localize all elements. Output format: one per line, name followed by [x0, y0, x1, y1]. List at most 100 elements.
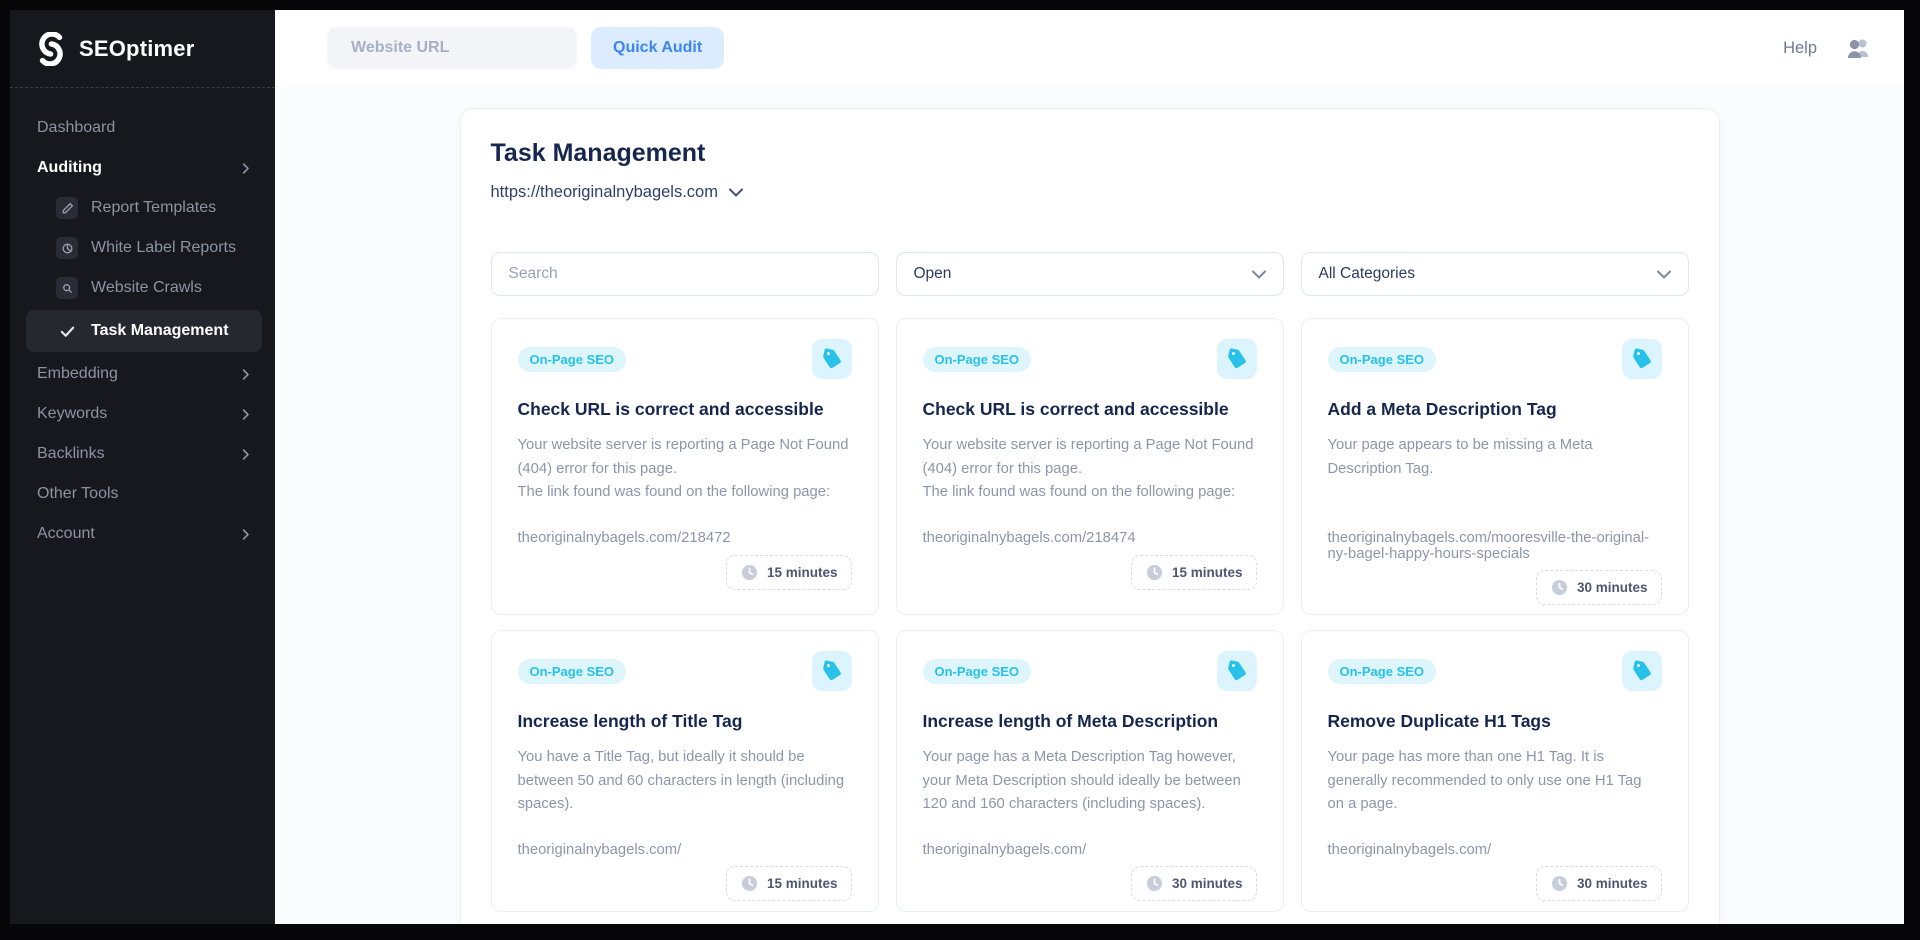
status-select[interactable]: Open	[896, 252, 1284, 296]
tag-icon	[1631, 348, 1653, 370]
task-card[interactable]: On-Page SEO Add a Meta Description Tag Y…	[1301, 318, 1689, 615]
sidebar-item-dashboard[interactable]: Dashboard	[10, 108, 275, 148]
website-url-search[interactable]	[327, 27, 577, 69]
chevron-right-icon	[238, 447, 253, 462]
task-description-line: You have a Title Tag, but ideally it sho…	[518, 746, 852, 817]
sidebar-item-report-templates[interactable]: Report Templates	[10, 188, 275, 228]
seoptimer-logo-icon	[34, 32, 68, 66]
category-select[interactable]: All Categories	[1301, 252, 1689, 296]
task-title: Add a Meta Description Tag	[1328, 399, 1662, 420]
task-page-link[interactable]: theoriginalnybagels.com/218472	[518, 530, 852, 546]
screenshot-frame: SEOptimer Dashboard Auditing Report Templa…	[0, 0, 1920, 940]
chevron-down-icon	[729, 188, 743, 197]
tag-icon	[1226, 660, 1248, 682]
task-description: Your page has a Meta Description Tag how…	[923, 746, 1257, 834]
chevron-right-icon	[238, 527, 253, 542]
task-page-link[interactable]: theoriginalnybagels.com/	[923, 842, 1257, 858]
task-management-panel: Task Management https://theoriginalnybag…	[460, 108, 1720, 924]
sidebar-item-account[interactable]: Account	[10, 514, 275, 554]
task-card[interactable]: On-Page SEO Increase length of Meta Desc…	[896, 630, 1284, 912]
app-window: SEOptimer Dashboard Auditing Report Templa…	[10, 10, 1904, 924]
sidebar-item-label: Dashboard	[37, 119, 115, 137]
category-badge: On-Page SEO	[1328, 659, 1437, 684]
content-area: Task Management https://theoriginalnybag…	[275, 86, 1904, 924]
task-description: Your page appears to be missing a Meta D…	[1328, 434, 1662, 522]
task-description-line: Your page has a Meta Description Tag how…	[923, 746, 1257, 817]
task-description: Your website server is reporting a Page …	[923, 434, 1257, 522]
task-description-line: Your website server is reporting a Page …	[923, 434, 1257, 481]
task-title: Check URL is correct and accessible	[923, 399, 1257, 420]
category-badge: On-Page SEO	[923, 659, 1032, 684]
task-card[interactable]: On-Page SEO Remove Duplicate H1 Tags You…	[1301, 630, 1689, 912]
tag-icon	[1631, 660, 1653, 682]
time-estimate-label: 15 minutes	[767, 565, 838, 580]
sidebar-item-website-crawls[interactable]: Website Crawls	[10, 268, 275, 308]
task-card[interactable]: On-Page SEO Check URL is correct and acc…	[491, 318, 879, 615]
category-badge: On-Page SEO	[923, 347, 1032, 372]
chevron-down-icon	[1657, 270, 1671, 279]
chevron-down-icon	[1252, 270, 1266, 279]
task-page-link[interactable]: theoriginalnybagels.com/mooresville-the-…	[1328, 530, 1662, 562]
sidebar-item-auditing[interactable]: Auditing	[10, 148, 275, 188]
clock-icon	[740, 874, 759, 893]
filters-row: Open All Categories	[491, 252, 1689, 296]
page-title: Task Management	[491, 139, 1689, 168]
time-estimate-badge: 15 minutes	[1131, 555, 1257, 590]
quick-audit-button[interactable]: Quick Audit	[591, 27, 724, 69]
tag-icon	[821, 660, 843, 682]
sidebar-item-other-tools[interactable]: Other Tools	[10, 474, 275, 514]
time-estimate-label: 15 minutes	[1172, 565, 1243, 580]
task-description-line: Your website server is reporting a Page …	[518, 434, 852, 481]
help-link[interactable]: Help	[1783, 39, 1817, 58]
tag-button[interactable]	[812, 651, 852, 691]
task-page-link[interactable]: theoriginalnybagels.com/	[518, 842, 852, 858]
brand-name: SEOptimer	[79, 36, 195, 62]
time-estimate-badge: 15 minutes	[726, 866, 852, 901]
sidebar-menu: Dashboard Auditing Report Templates White L…	[10, 88, 275, 554]
sidebar-item-label: Website Crawls	[91, 279, 202, 297]
status-select-value: Open	[914, 265, 952, 283]
sidebar-item-label: Backlinks	[37, 445, 105, 463]
sidebar-item-label: White Label Reports	[91, 239, 236, 257]
sidebar-item-label: Embedding	[37, 365, 118, 383]
tag-button[interactable]	[1217, 339, 1257, 379]
clock-icon	[1550, 874, 1569, 893]
task-search-input[interactable]	[491, 252, 879, 296]
sidebar: SEOptimer Dashboard Auditing Report Templa…	[10, 10, 275, 924]
task-card[interactable]: On-Page SEO Increase length of Title Tag…	[491, 630, 879, 912]
sidebar-item-embedding[interactable]: Embedding	[10, 354, 275, 394]
chevron-right-icon	[238, 407, 253, 422]
brand-logo[interactable]: SEOptimer	[10, 10, 275, 88]
tag-button[interactable]	[1622, 339, 1662, 379]
sidebar-item-label: Other Tools	[37, 485, 119, 503]
tag-button[interactable]	[1622, 651, 1662, 691]
account-users-icon[interactable]	[1845, 37, 1872, 59]
time-estimate-badge: 15 minutes	[726, 555, 852, 590]
task-description-line: The link found was found on the followin…	[518, 481, 852, 505]
tag-button[interactable]	[1217, 651, 1257, 691]
sidebar-item-white-label-reports[interactable]: White Label Reports	[10, 228, 275, 268]
clock-icon	[740, 563, 759, 582]
sidebar-item-task-management[interactable]: Task Management	[26, 310, 262, 352]
sidebar-item-label: Account	[37, 525, 95, 543]
sidebar-item-keywords[interactable]: Keywords	[10, 394, 275, 434]
site-url-dropdown[interactable]: https://theoriginalnybagels.com	[491, 183, 743, 202]
website-url-input[interactable]	[351, 39, 570, 57]
main-column: Quick Audit Help Task Management ht	[275, 10, 1904, 924]
task-page-link[interactable]: theoriginalnybagels.com/218474	[923, 530, 1257, 546]
task-title: Remove Duplicate H1 Tags	[1328, 711, 1662, 732]
task-description: You have a Title Tag, but ideally it sho…	[518, 746, 852, 834]
sidebar-item-label: Keywords	[37, 405, 107, 423]
time-estimate-badge: 30 minutes	[1536, 570, 1662, 605]
topbar: Quick Audit Help	[275, 10, 1904, 86]
task-title: Check URL is correct and accessible	[518, 399, 852, 420]
task-page-link[interactable]: theoriginalnybagels.com/	[1328, 842, 1662, 858]
time-estimate-badge: 30 minutes	[1131, 866, 1257, 901]
report-template-icon	[56, 197, 78, 219]
sidebar-item-label: Report Templates	[91, 199, 216, 217]
sidebar-item-backlinks[interactable]: Backlinks	[10, 434, 275, 474]
task-card[interactable]: On-Page SEO Check URL is correct and acc…	[896, 318, 1284, 615]
time-estimate-label: 30 minutes	[1577, 876, 1648, 891]
tag-button[interactable]	[812, 339, 852, 379]
task-description-line: Your page has more than one H1 Tag. It i…	[1328, 746, 1662, 817]
